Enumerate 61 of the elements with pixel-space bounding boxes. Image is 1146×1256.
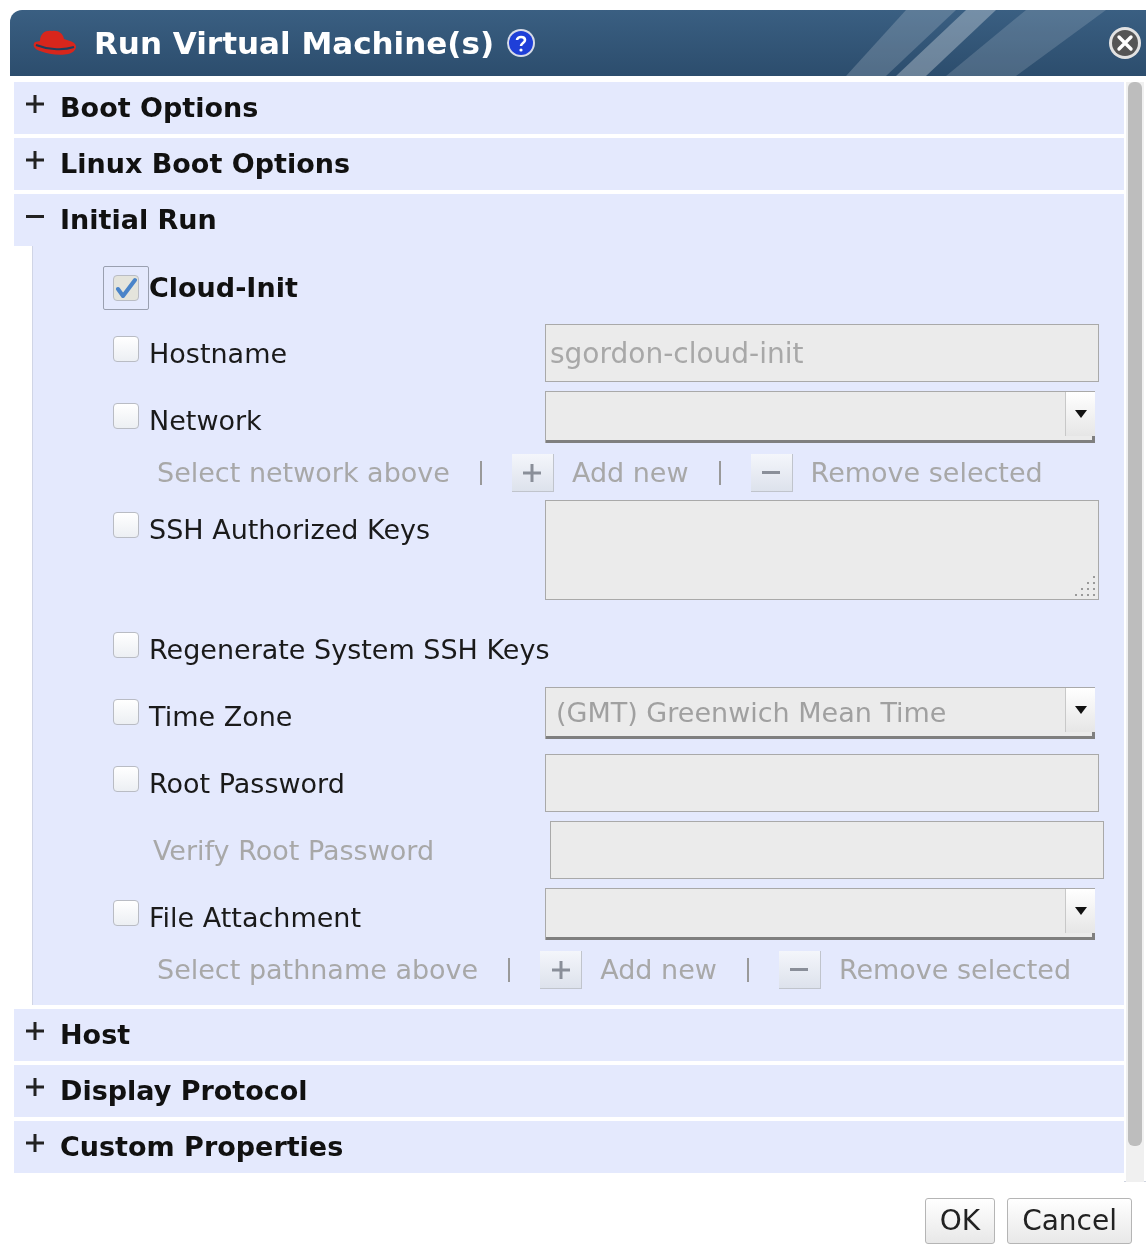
text-area[interactable] [545,500,1099,600]
field-label: Regenerate System SSH Keys [149,633,550,667]
plus-icon [26,1134,44,1152]
dropdown-field[interactable] [545,888,1095,940]
minus-icon [762,471,781,474]
field-label: Verify Root Password [153,834,435,868]
field-label: Network [149,404,262,438]
hat-logo-icon [32,29,78,57]
plus-icon [26,151,44,169]
hint-text: Select pathname above [157,952,479,987]
checkbox[interactable] [113,900,139,926]
resize-grip-icon [1074,575,1096,597]
checkmark-icon [115,277,137,299]
section-header[interactable]: Host [14,1009,1124,1061]
checkbox[interactable] [113,403,139,429]
add-button[interactable] [540,951,583,989]
dropdown-value: (GMT) Greenwich Mean Time [555,696,947,730]
plus-icon [523,463,542,482]
section-header[interactable]: Boot Options [14,82,1124,134]
section-header[interactable]: Custom Properties [14,1121,1124,1173]
remove-button[interactable] [750,454,793,492]
checkbox[interactable] [113,766,139,792]
caret-icon [1074,907,1087,915]
help-icon[interactable] [506,28,537,58]
caret-icon [1074,410,1087,418]
checkbox[interactable] [113,275,139,301]
plus-icon [551,960,570,979]
caret-icon [1074,706,1087,714]
section-header[interactable]: Linux Boot Options [14,138,1124,190]
field-label: SSH Authorized Keys [149,513,431,547]
checkbox[interactable] [113,512,139,538]
field-label: Hostname [149,337,288,371]
field-label: Time Zone [149,700,293,734]
plus-icon [26,95,44,113]
section-header[interactable]: Initial Run [14,194,1124,246]
minus-icon [26,214,44,218]
text-field[interactable] [550,821,1104,879]
remove-button[interactable] [778,951,821,989]
scrollbar[interactable] [1126,82,1144,1182]
section-header[interactable]: Display Protocol [14,1065,1124,1117]
dialog-button[interactable]: Cancel [1007,1198,1132,1244]
dialog-title: Run Virtual Machine(s) [94,23,495,63]
field-label: File Attachment [149,901,362,935]
checkbox[interactable] [113,632,139,658]
add-button[interactable] [511,454,554,492]
dialog-button[interactable]: OK [924,1198,996,1244]
hint-text: Select network above [157,455,450,490]
scrollbar-thumb[interactable] [1128,82,1142,1146]
minus-icon [790,968,809,971]
plus-icon [26,1078,44,1096]
close-icon[interactable] [1108,26,1142,60]
dropdown-button[interactable] [1065,392,1095,436]
dropdown-field[interactable] [545,391,1095,443]
dropdown-button[interactable] [1065,688,1095,732]
text-field[interactable] [545,754,1099,812]
checkbox[interactable] [113,699,139,725]
cloud-init-label: Cloud-Init [149,270,298,305]
checkbox[interactable] [113,336,139,362]
field-label: Root Password [149,767,345,801]
dropdown-button[interactable] [1065,889,1095,933]
plus-icon [26,1022,44,1040]
